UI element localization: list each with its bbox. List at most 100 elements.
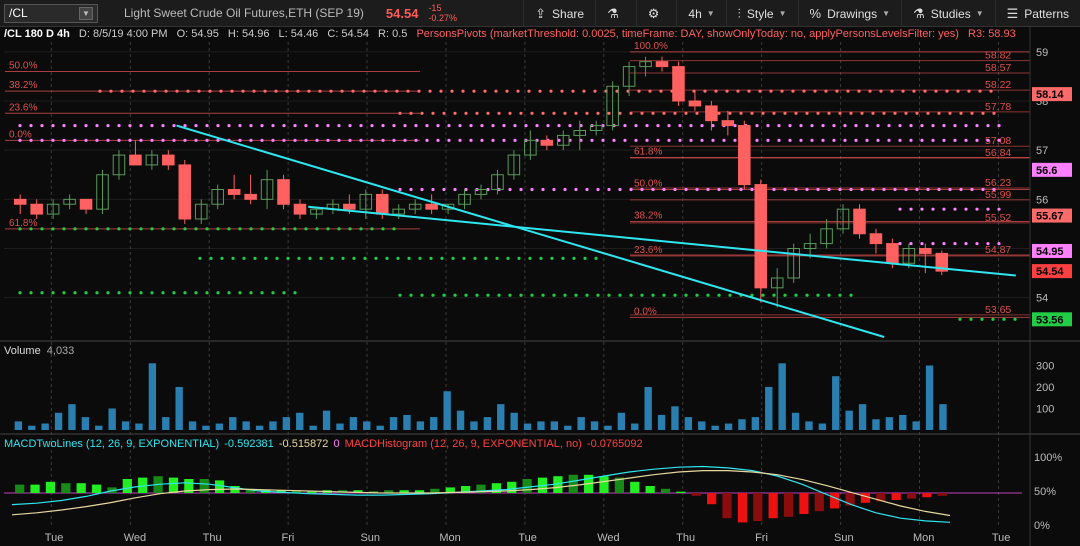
pivot-dot	[970, 187, 974, 192]
volume-bar	[805, 421, 813, 430]
studies-button[interactable]: ⚗ Studies ▼	[901, 0, 995, 27]
pivot-dot	[442, 111, 446, 115]
pivot-dot	[29, 138, 33, 142]
chart-header: /CL 180 D 4h D: 8/5/19 4:00 PM O: 54.95 …	[4, 28, 1022, 42]
settings-button[interactable]: ⚙	[635, 0, 677, 27]
symbol-selector[interactable]: /CL ▼	[4, 3, 98, 23]
pivot-level-label: 56.84	[985, 147, 1011, 159]
pivot-dot	[297, 256, 301, 260]
candle-body	[886, 243, 899, 264]
pivot-level-label: 58.22	[985, 79, 1011, 91]
macd-hist-label[interactable]: MACDHistogram (12, 26, 9, EXPONENTIAL, n…	[345, 438, 582, 450]
chevron-down-icon[interactable]: ▼	[79, 6, 93, 20]
macd-histogram-bar	[599, 476, 609, 493]
volume-bar	[81, 417, 90, 430]
macd-histogram-bar	[707, 493, 717, 505]
pivot-dot	[920, 138, 924, 142]
pivot-dot	[95, 138, 99, 142]
volume-tick-label: 100	[1036, 403, 1054, 415]
pivot-dot	[986, 241, 990, 246]
pivot-dot	[953, 123, 957, 128]
pivot-dot	[942, 241, 946, 246]
pivot-dot	[791, 89, 795, 93]
pivot-dot	[618, 293, 622, 297]
pivot-dot	[139, 123, 143, 128]
pivot-dot	[645, 138, 649, 142]
pivot-level-label: 58.82	[985, 50, 1011, 62]
pivot-dot	[816, 293, 820, 297]
pivot-level-label: 56.23	[985, 177, 1011, 189]
pivot-dot	[843, 123, 847, 128]
macd-zero: 0	[333, 438, 340, 450]
pivot-dot	[205, 123, 209, 128]
pivot-dot	[766, 138, 770, 142]
pivot-dot	[227, 123, 231, 128]
drawings-button[interactable]: % Drawings ▼	[797, 0, 902, 27]
x-axis-label: Mon	[439, 532, 460, 544]
pivot-dot	[161, 227, 165, 231]
pivot-dot	[128, 227, 132, 231]
pivot-dot	[637, 89, 641, 93]
patterns-button[interactable]: ☰ Patterns	[994, 0, 1080, 27]
pivot-dot	[904, 187, 908, 192]
pivot-dot	[420, 293, 424, 297]
volume-bar	[242, 421, 250, 430]
pivot-dot	[128, 123, 132, 128]
volume-bar	[162, 417, 170, 430]
symbol-description: Light Sweet Crude Oil Futures,ETH (SEP 1…	[124, 6, 364, 20]
pivot-dot	[986, 123, 990, 128]
pivot-dot	[887, 123, 891, 128]
pivot-dot	[315, 123, 319, 128]
macd-histogram-bar	[737, 493, 748, 523]
pivot-dot	[794, 187, 798, 192]
pivot-dot	[824, 89, 828, 93]
pivot-dot	[491, 123, 495, 128]
pivot-dot	[263, 89, 267, 93]
pivot-dot	[574, 187, 578, 192]
pivot-dot	[304, 227, 308, 231]
volume-bar	[925, 365, 934, 430]
pivot-dot	[898, 138, 902, 142]
pivot-dot	[541, 111, 545, 115]
pivot-dot	[29, 227, 33, 231]
pivot-dot	[975, 123, 979, 128]
pivot-dot	[150, 291, 154, 295]
pivot-dot	[84, 138, 88, 142]
pivot-dot	[541, 293, 545, 297]
volume-bar	[54, 412, 63, 430]
pivot-dot	[596, 187, 600, 192]
pivot-dot	[563, 293, 567, 297]
pivot-dot	[662, 187, 666, 192]
share-label: Share	[552, 6, 585, 21]
pivot-dot	[458, 138, 462, 142]
pivot-dot	[964, 138, 968, 142]
pivot-dot	[755, 138, 759, 142]
macd-avg: -0.515872	[278, 438, 329, 450]
pivot-dot	[51, 227, 55, 231]
bar-date: D: 8/5/19 4:00 PM	[78, 28, 168, 40]
volume-bar	[430, 417, 438, 430]
study-label[interactable]: PersonsPivots (marketThreshold: 0.0025, …	[416, 28, 959, 40]
pivot-dot	[150, 227, 154, 231]
timeframe-button[interactable]: 4h ▼	[676, 0, 725, 27]
last-price: 54.54	[385, 5, 419, 21]
pivot-dot	[747, 89, 751, 93]
volume-bar	[135, 423, 143, 430]
toolbar: /CL ▼ Light Sweet Crude Oil Futures,ETH …	[0, 0, 1080, 27]
pivot-dot	[887, 138, 891, 142]
macd-lines-label[interactable]: MACDTwoLines (12, 26, 9, EXPONENTIAL)	[4, 438, 219, 450]
share-button[interactable]: ⇪ Share	[523, 0, 595, 27]
pivot-dot	[871, 187, 875, 192]
pivot-dot	[51, 123, 55, 128]
flask-button[interactable]: ⚗	[595, 0, 636, 27]
chart-area[interactable]: 100.0%61.8%50.0%38.2%23.6%0.0%50.0%38.2%…	[0, 27, 1080, 546]
pivot-dot	[640, 293, 644, 297]
candle-body	[425, 203, 438, 210]
pivot-dot	[431, 187, 435, 192]
pivot-dot	[418, 256, 422, 260]
volume-label[interactable]: Volume	[4, 345, 41, 357]
pivot-dot	[783, 293, 787, 297]
pivot-dot	[926, 187, 930, 192]
style-button[interactable]: ⫶ Style ▼	[725, 0, 798, 27]
macd-histogram-bar	[568, 474, 578, 493]
